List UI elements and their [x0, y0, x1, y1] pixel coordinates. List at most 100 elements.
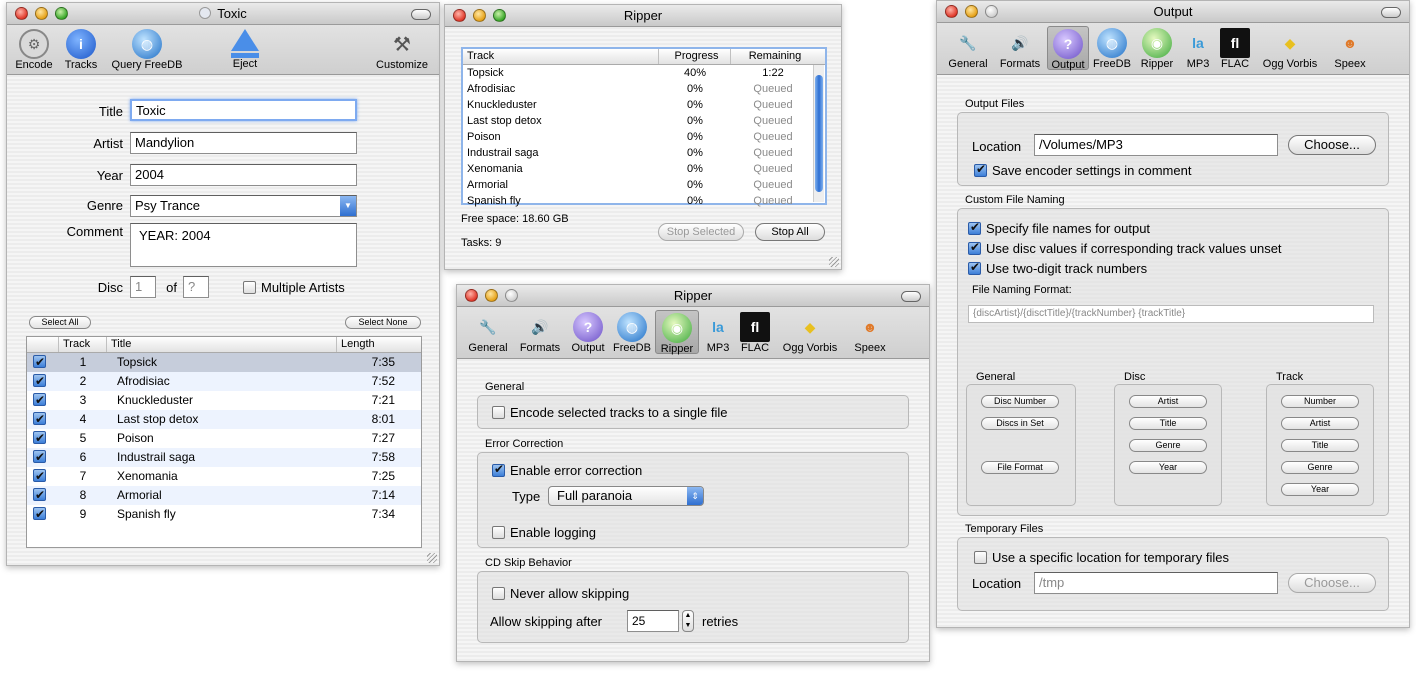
- close-button[interactable]: [945, 5, 958, 18]
- multiple-artists-checkbox[interactable]: Multiple Artists: [243, 280, 345, 295]
- zoom-button[interactable]: [493, 9, 506, 22]
- tab-flac[interactable]: fl FLAC: [737, 310, 773, 354]
- disc-token-year[interactable]: Year: [1129, 461, 1207, 474]
- year-field[interactable]: 2004: [130, 164, 357, 186]
- tab-ripper[interactable]: ◉ Ripper: [1135, 26, 1179, 70]
- table-row[interactable]: 5 Poison 7:27: [27, 429, 421, 448]
- tab-ogg-vorbis[interactable]: ◆ Ogg Vorbis: [1255, 26, 1325, 71]
- scroll-thumb[interactable]: [815, 75, 823, 192]
- tab-general[interactable]: 🔧 General: [463, 310, 513, 355]
- stop-all-button[interactable]: Stop All: [755, 223, 825, 241]
- tab-mp3[interactable]: la MP3: [701, 310, 735, 354]
- tab-formats[interactable]: 🔊 Formats: [995, 26, 1045, 71]
- two-digit-checkbox[interactable]: Use two-digit track numbers: [968, 260, 1147, 276]
- select-none-button[interactable]: Select None: [345, 316, 421, 329]
- track-token-number[interactable]: Number: [1281, 395, 1359, 408]
- retries-field[interactable]: 25: [627, 610, 679, 632]
- table-row[interactable]: Afrodisiac 0% Queued: [463, 81, 825, 97]
- track-token-genre[interactable]: Genre: [1281, 461, 1359, 474]
- close-button[interactable]: [453, 9, 466, 22]
- choose-button[interactable]: Choose...: [1288, 135, 1376, 155]
- table-row[interactable]: Spanish fly 0% Queued: [463, 193, 825, 209]
- close-button[interactable]: [15, 7, 28, 20]
- track-encode-checkbox[interactable]: [27, 353, 59, 372]
- minimize-button[interactable]: [965, 5, 978, 18]
- resize-grip-icon[interactable]: [427, 553, 437, 563]
- tab-speex[interactable]: ☻ Speex: [1327, 26, 1373, 70]
- tab-ogg-vorbis[interactable]: ◆ Ogg Vorbis: [775, 310, 845, 355]
- ripper-scrollbar[interactable]: [813, 65, 824, 202]
- temp-choose-button[interactable]: Choose...: [1288, 573, 1376, 593]
- specify-names-checkbox[interactable]: Specify file names for output: [968, 220, 1150, 236]
- genre-combo[interactable]: Psy Trance ▼: [130, 195, 357, 217]
- never-skip-checkbox[interactable]: Never allow skipping: [492, 586, 629, 601]
- enable-error-correction-checkbox[interactable]: Enable error correction: [492, 462, 642, 478]
- col-title[interactable]: Title: [107, 337, 337, 352]
- tab-output[interactable]: ? Output: [567, 310, 609, 354]
- table-row[interactable]: Poison 0% Queued: [463, 129, 825, 145]
- stop-selected-button[interactable]: Stop Selected: [658, 223, 744, 241]
- enable-logging-checkbox[interactable]: Enable logging: [492, 525, 596, 540]
- save-settings-checkbox[interactable]: Save encoder settings in comment: [974, 162, 1191, 178]
- select-all-button[interactable]: Select All: [29, 316, 91, 329]
- disc-token-genre[interactable]: Genre: [1129, 439, 1207, 452]
- track-encode-checkbox[interactable]: [27, 467, 59, 486]
- temp-location-field[interactable]: /tmp: [1034, 572, 1278, 594]
- table-row[interactable]: Knuckleduster 0% Queued: [463, 97, 825, 113]
- toolbar-toggle[interactable]: [411, 9, 431, 20]
- track-token-year[interactable]: Year: [1281, 483, 1359, 496]
- col-remaining[interactable]: Remaining: [731, 49, 815, 64]
- tab-output[interactable]: ? Output: [1047, 26, 1089, 71]
- resize-grip-icon[interactable]: [829, 257, 839, 267]
- query-freedb-button[interactable]: ◍ Query FreeDB: [109, 29, 185, 71]
- general-token-discs-in-set[interactable]: Discs in Set: [981, 417, 1059, 430]
- combo-arrow-icon[interactable]: ▼: [340, 196, 356, 216]
- encode-single-checkbox[interactable]: Encode selected tracks to a single file: [492, 405, 728, 420]
- tracks-button[interactable]: i Tracks: [61, 29, 101, 71]
- tab-freedb[interactable]: ◍ FreeDB: [611, 310, 653, 354]
- table-row[interactable]: 2 Afrodisiac 7:52: [27, 372, 421, 391]
- location-field[interactable]: /Volumes/MP3: [1034, 134, 1278, 156]
- track-encode-checkbox[interactable]: [27, 372, 59, 391]
- tab-flac[interactable]: fl FLAC: [1217, 26, 1253, 70]
- minimize-button[interactable]: [485, 289, 498, 302]
- tab-formats[interactable]: 🔊 Formats: [515, 310, 565, 355]
- general-token-disc-number[interactable]: Disc Number: [981, 395, 1059, 408]
- table-row[interactable]: Industrail saga 0% Queued: [463, 145, 825, 161]
- col-progress[interactable]: Progress: [659, 49, 731, 64]
- tab-general[interactable]: 🔧 General: [943, 26, 993, 71]
- table-row[interactable]: 1 Topsick 7:35: [27, 353, 421, 372]
- disc-total-field[interactable]: ?: [183, 276, 209, 298]
- table-row[interactable]: Topsick 40% 1:22: [463, 65, 825, 81]
- disc-number-field[interactable]: 1: [130, 276, 156, 298]
- comment-field[interactable]: YEAR: 2004: [130, 223, 357, 267]
- zoom-button[interactable]: [55, 7, 68, 20]
- table-row[interactable]: Armorial 0% Queued: [463, 177, 825, 193]
- table-row[interactable]: Last stop detox 0% Queued: [463, 113, 825, 129]
- artist-field[interactable]: Mandylion: [130, 132, 357, 154]
- eject-button[interactable]: Eject: [217, 29, 273, 70]
- stepper-icon[interactable]: ▲ ▼: [682, 610, 694, 632]
- table-row[interactable]: Xenomania 0% Queued: [463, 161, 825, 177]
- track-encode-checkbox[interactable]: [27, 410, 59, 429]
- table-row[interactable]: 3 Knuckleduster 7:21: [27, 391, 421, 410]
- minimize-button[interactable]: [35, 7, 48, 20]
- tab-mp3[interactable]: la MP3: [1181, 26, 1215, 70]
- toolbar-toggle[interactable]: [1381, 7, 1401, 18]
- track-token-title[interactable]: Title: [1281, 439, 1359, 452]
- disc-token-title[interactable]: Title: [1129, 417, 1207, 430]
- col-track[interactable]: Track: [59, 337, 107, 352]
- customize-button[interactable]: ⚒ Customize: [371, 29, 433, 72]
- tab-freedb[interactable]: ◍ FreeDB: [1091, 26, 1133, 70]
- close-button[interactable]: [465, 289, 478, 302]
- temp-specific-checkbox[interactable]: Use a specific location for temporary fi…: [974, 550, 1229, 565]
- naming-format-field[interactable]: {discArtist}/{disctTitle}/{trackNumber} …: [968, 305, 1374, 323]
- disc-values-checkbox[interactable]: Use disc values if corresponding track v…: [968, 240, 1282, 256]
- encode-button[interactable]: ⚙ Encode: [11, 29, 57, 71]
- col-length[interactable]: Length: [337, 337, 421, 352]
- toolbar-toggle[interactable]: [901, 291, 921, 302]
- track-encode-checkbox[interactable]: [27, 505, 59, 524]
- track-encode-checkbox[interactable]: [27, 391, 59, 410]
- tab-speex[interactable]: ☻ Speex: [847, 310, 893, 354]
- tab-ripper[interactable]: ◉ Ripper: [655, 310, 699, 355]
